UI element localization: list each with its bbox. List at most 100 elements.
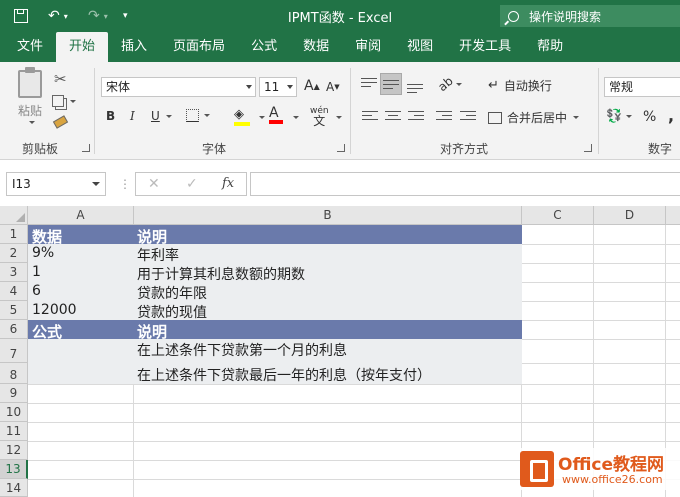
insert-function-icon[interactable]: fx: [222, 176, 234, 191]
cell-b3[interactable]: 用于计算其利息数额的期数: [137, 264, 305, 284]
align-right-icon[interactable]: [408, 111, 424, 123]
number-format-select[interactable]: 常规: [604, 77, 680, 97]
cell-a3[interactable]: 1: [32, 264, 41, 280]
tab-developer[interactable]: 开发工具: [446, 32, 524, 62]
select-all-corner[interactable]: [0, 206, 28, 225]
watermark-title: Office教程网: [558, 455, 665, 475]
row-header-5[interactable]: 5: [0, 301, 28, 320]
column-header-a[interactable]: A: [28, 206, 134, 225]
grow-font-button[interactable]: A ▲: [304, 78, 320, 94]
tab-formulas[interactable]: 公式: [238, 32, 290, 62]
row-header-14[interactable]: 14: [0, 479, 28, 497]
tab-view[interactable]: 视图: [394, 32, 446, 62]
underline-label: U: [151, 109, 160, 123]
row-header-8[interactable]: 8: [0, 363, 28, 384]
row-header-7[interactable]: 7: [0, 339, 28, 363]
column-header-e[interactable]: [666, 206, 680, 225]
row-header-10[interactable]: 10: [0, 403, 28, 422]
row-header-4[interactable]: 4: [0, 282, 28, 301]
align-top-icon[interactable]: [361, 78, 377, 90]
comma-button[interactable]: ,: [668, 106, 674, 125]
cancel-icon[interactable]: ✕: [148, 176, 160, 192]
accounting-format-button[interactable]: 💱: [606, 109, 633, 124]
cell-a1[interactable]: 数据: [32, 226, 62, 247]
align-middle-button[interactable]: [380, 73, 402, 95]
paste-button[interactable]: 粘贴: [12, 67, 48, 124]
row-header-1[interactable]: 1: [0, 225, 28, 244]
tab-file[interactable]: 文件: [0, 32, 56, 62]
row-header-9[interactable]: 9: [0, 384, 28, 403]
alignment-launcher-icon[interactable]: [584, 144, 592, 152]
tab-review[interactable]: 审阅: [342, 32, 394, 62]
number-format-value: 常规: [609, 80, 634, 94]
font-launcher-icon[interactable]: [337, 144, 345, 152]
cell-b6[interactable]: 说明: [137, 321, 167, 342]
shrink-font-button[interactable]: A ▼: [326, 80, 340, 94]
cell-a5[interactable]: 12000: [32, 302, 77, 318]
decrease-indent-icon[interactable]: [436, 111, 452, 123]
cell-b2[interactable]: 年利率: [137, 245, 179, 265]
phonetic-icon: 文: [313, 114, 326, 128]
tab-home[interactable]: 开始: [56, 32, 109, 62]
font-size-select[interactable]: 11: [259, 77, 297, 97]
currency-icon: 💱: [606, 109, 623, 124]
grow-font-label: A: [304, 78, 314, 94]
font-color-label: A: [269, 105, 279, 121]
enter-icon[interactable]: ✓: [186, 176, 198, 192]
borders-button[interactable]: [186, 109, 210, 122]
copy-icon: [52, 95, 64, 107]
column-header-b[interactable]: B: [134, 206, 522, 225]
tab-data[interactable]: 数据: [290, 32, 342, 62]
row-header-12[interactable]: 12: [0, 441, 28, 460]
cell-b8[interactable]: 在上述条件下贷款最后一年的利息（按年支付）: [137, 365, 431, 385]
clipboard-group-label: 剪贴板: [22, 142, 59, 156]
increase-indent-icon[interactable]: [460, 111, 476, 123]
font-color-button[interactable]: A: [269, 106, 283, 124]
tab-insert[interactable]: 插入: [108, 32, 160, 62]
tab-page-layout[interactable]: 页面布局: [160, 32, 238, 62]
row-header-11[interactable]: 11: [0, 422, 28, 441]
bold-button[interactable]: B: [106, 109, 115, 123]
ribbon-tabs: 文件 开始 插入 页面布局 公式 数据 审阅 视图 开发工具 帮助: [0, 32, 680, 62]
align-left-icon[interactable]: [362, 111, 378, 123]
font-name-select[interactable]: 宋体: [101, 77, 256, 97]
wrap-text-icon: ↵: [488, 78, 499, 93]
cell-a4[interactable]: 6: [32, 283, 41, 299]
watermark: Office教程网 www.office26.com: [520, 448, 680, 490]
percent-button[interactable]: %: [643, 109, 656, 125]
row-header-6[interactable]: 6: [0, 320, 28, 339]
fill-color-button[interactable]: ◈: [234, 107, 250, 126]
tell-me-search[interactable]: 操作说明搜索: [500, 5, 680, 27]
font-name-value: 宋体: [106, 80, 131, 94]
align-bottom-icon[interactable]: [407, 84, 423, 96]
italic-button[interactable]: I: [130, 109, 135, 123]
column-header-c[interactable]: C: [522, 206, 594, 225]
clipboard-launcher-icon[interactable]: [82, 144, 90, 152]
tab-help[interactable]: 帮助: [524, 32, 576, 62]
cell-b7[interactable]: 在上述条件下贷款第一个月的利息: [137, 340, 347, 360]
cell-b1[interactable]: 说明: [137, 226, 167, 247]
row-header-13[interactable]: 13: [0, 460, 28, 479]
name-box[interactable]: I13: [6, 172, 106, 196]
cell-b4[interactable]: 贷款的年限: [137, 283, 207, 303]
alignment-group-label: 对齐方式: [440, 142, 489, 156]
format-painter-button[interactable]: [52, 115, 69, 129]
row-header-3[interactable]: 3: [0, 263, 28, 282]
cut-button[interactable]: ✂: [54, 70, 67, 88]
copy-button[interactable]: [52, 95, 76, 107]
wrap-text-label: 自动换行: [503, 79, 552, 93]
cell-a2[interactable]: 9%: [32, 245, 54, 261]
orientation-button[interactable]: ab: [435, 74, 462, 94]
column-header-d[interactable]: D: [594, 206, 666, 225]
row-header-2[interactable]: 2: [0, 244, 28, 263]
cell-b5[interactable]: 贷款的现值: [137, 302, 207, 322]
align-center-icon[interactable]: [385, 111, 401, 123]
merge-center-button[interactable]: 合并后居中: [488, 109, 580, 126]
cell-a6[interactable]: 公式: [32, 321, 62, 342]
wrap-text-button[interactable]: ↵ 自动换行: [488, 77, 552, 94]
formula-input[interactable]: [250, 172, 680, 196]
watermark-url: www.office26.com: [562, 473, 663, 486]
align-middle-icon: [383, 80, 399, 92]
underline-button[interactable]: U: [151, 109, 172, 123]
phonetic-guide-button[interactable]: wén 文: [310, 106, 329, 128]
